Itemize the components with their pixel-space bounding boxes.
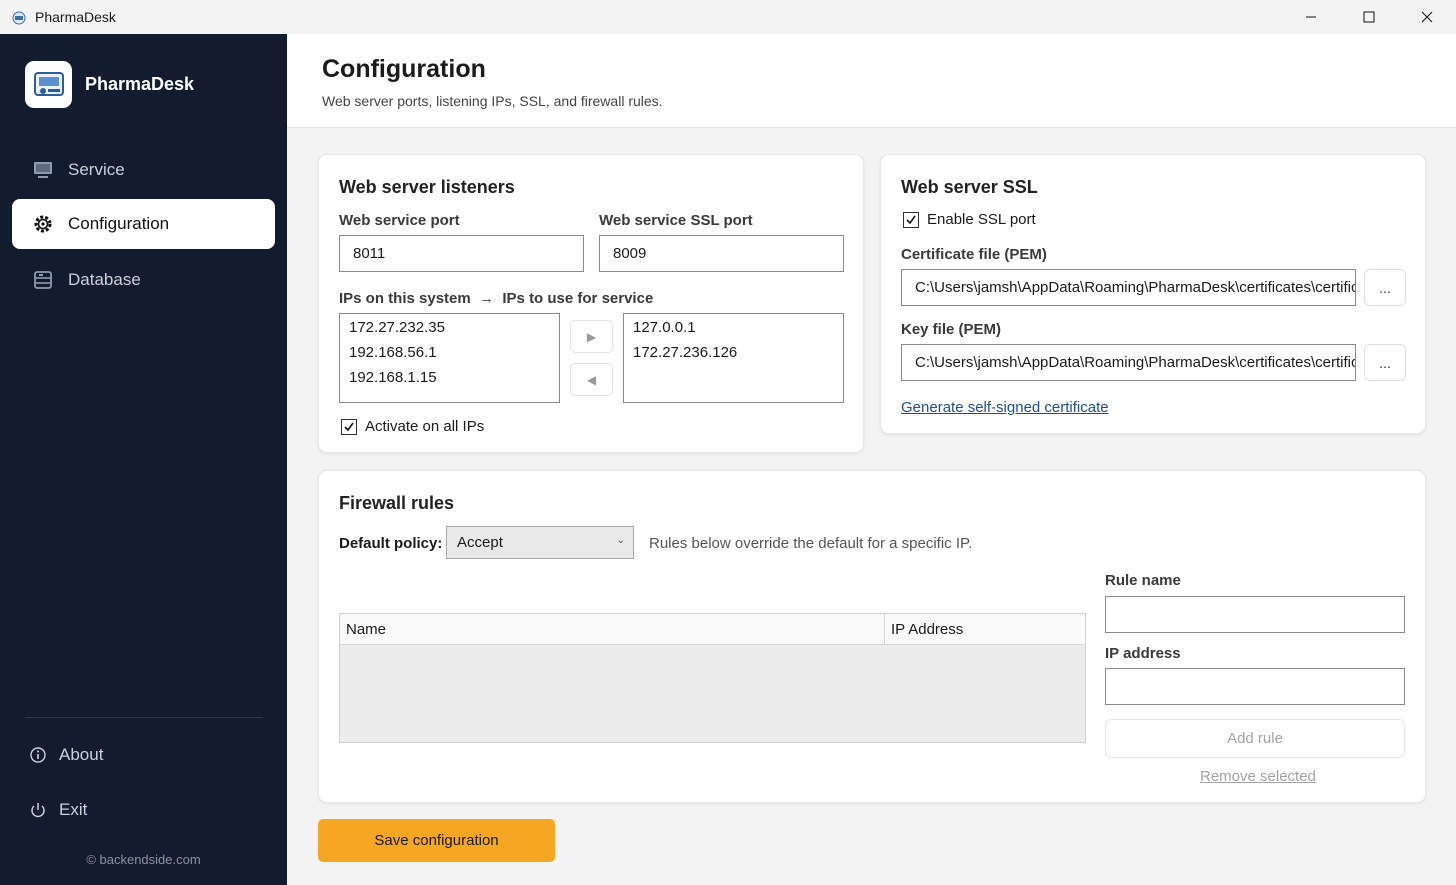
window-title: PharmaDesk: [35, 9, 116, 25]
ip-address-label: IP address: [1105, 645, 1181, 662]
gear-icon: [32, 213, 54, 235]
ssl-title: Web server SSL: [901, 177, 1038, 197]
cert-browse-button[interactable]: ...: [1364, 269, 1406, 306]
add-ip-button[interactable]: ▶: [570, 320, 613, 353]
sidebar-item-label: About: [59, 745, 104, 764]
policy-hint: Rules below override the default for a s…: [649, 535, 973, 552]
minimize-icon[interactable]: [1282, 0, 1340, 34]
list-item[interactable]: 127.0.0.1: [633, 318, 834, 343]
sidebar-item-label: Service: [68, 160, 125, 179]
ssl-port-label: Web service SSL port: [599, 212, 753, 229]
brand-logo: [25, 61, 72, 108]
sidebar-item-exit[interactable]: Exit: [28, 800, 87, 820]
close-icon[interactable]: [1398, 0, 1456, 34]
maximize-icon[interactable]: [1340, 0, 1398, 34]
info-icon: [28, 745, 48, 765]
add-rule-button[interactable]: Add rule: [1105, 719, 1405, 758]
key-label: Key file (PEM): [901, 321, 1002, 338]
port-label: Web service port: [339, 212, 460, 229]
generate-cert-link[interactable]: Generate self-signed certificate: [901, 399, 1109, 416]
activate-all-label: Activate on all IPs: [365, 418, 485, 435]
enable-ssl-label: Enable SSL port: [927, 211, 1036, 228]
monitor-icon: [32, 159, 54, 181]
list-item[interactable]: 192.168.1.15: [349, 368, 550, 393]
ip-address-input[interactable]: [1105, 668, 1405, 705]
checkmark-icon: [903, 211, 919, 228]
column-header-name[interactable]: Name: [340, 614, 885, 644]
chevron-down-icon: ⌄: [616, 535, 625, 546]
copyright: © backendside.com: [86, 852, 201, 867]
window-controls: [1282, 0, 1456, 34]
table-header: Name IP Address: [340, 614, 1085, 645]
firewall-title: Firewall rules: [339, 493, 455, 513]
list-item[interactable]: 192.168.56.1: [349, 343, 550, 368]
checkmark-icon: [341, 418, 357, 435]
sidebar-item-label: Exit: [59, 800, 88, 819]
sidebar-divider: [25, 717, 263, 718]
database-icon: [32, 269, 54, 291]
sidebar-item-about[interactable]: About: [28, 745, 103, 765]
policy-select[interactable]: Accept ⌄: [446, 526, 634, 559]
page-title: Configuration: [322, 55, 486, 83]
power-icon: [28, 800, 48, 820]
listeners-title: Web server listeners: [339, 177, 515, 197]
page-subtitle: Web server ports, listening IPs, SSL, an…: [322, 93, 663, 109]
arrow-left-icon: ◀: [586, 372, 597, 387]
remove-ip-button[interactable]: ◀: [570, 363, 613, 396]
enable-ssl-checkbox[interactable]: Enable SSL port: [903, 211, 1036, 228]
sidebar-item-configuration[interactable]: Configuration: [12, 199, 275, 249]
rule-name-label: Rule name: [1105, 572, 1181, 589]
remove-selected-link[interactable]: Remove selected: [1200, 768, 1316, 785]
cert-file-input[interactable]: C:\Users\jamsh\AppData\Roaming\PharmaDes…: [901, 269, 1356, 306]
key-file-input[interactable]: C:\Users\jamsh\AppData\Roaming\PharmaDes…: [901, 344, 1356, 381]
brand-name: PharmaDesk: [85, 74, 195, 94]
ssl-port-input[interactable]: 8009: [599, 235, 844, 272]
port-input[interactable]: 8011: [339, 235, 584, 272]
arrow-right-icon: ▶: [586, 329, 597, 344]
ssl-card: Web server SSL Enable SSL port Certifica…: [880, 154, 1426, 434]
sidebar: PharmaDesk Service Configuration Databas…: [0, 34, 287, 885]
brand: PharmaDesk: [25, 61, 194, 108]
app-icon: [12, 11, 26, 25]
sidebar-item-service[interactable]: Service: [12, 145, 275, 195]
available-ips-list[interactable]: 172.27.232.35 192.168.56.1 192.168.1.15: [339, 313, 560, 403]
policy-label: Default policy:: [339, 535, 443, 552]
policy-value: Accept: [457, 534, 503, 551]
sidebar-item-label: Database: [68, 270, 141, 289]
rule-name-input[interactable]: [1105, 596, 1405, 633]
page-header: Configuration Web server ports, listenin…: [287, 34, 1456, 128]
ips-label: IPs on this system → IPs to use for serv…: [339, 290, 654, 307]
key-browse-button[interactable]: ...: [1364, 344, 1406, 381]
sidebar-item-label: Configuration: [68, 214, 170, 233]
list-item[interactable]: 172.27.232.35: [349, 318, 550, 343]
title-bar: PharmaDesk: [0, 0, 1456, 34]
cert-label: Certificate file (PEM): [901, 246, 1047, 263]
activate-all-checkbox[interactable]: Activate on all IPs: [341, 418, 484, 435]
list-item[interactable]: 172.27.236.126: [633, 343, 834, 368]
rules-table[interactable]: Name IP Address: [339, 613, 1086, 743]
sidebar-item-database[interactable]: Database: [12, 255, 275, 305]
column-header-ip[interactable]: IP Address: [885, 614, 1085, 644]
firewall-card: Firewall rules Default policy: Accept ⌄ …: [318, 470, 1426, 803]
save-button[interactable]: Save configuration: [318, 819, 555, 862]
listeners-card: Web server listeners Web service port 80…: [318, 154, 864, 453]
selected-ips-list[interactable]: 127.0.0.1 172.27.236.126: [623, 313, 844, 403]
